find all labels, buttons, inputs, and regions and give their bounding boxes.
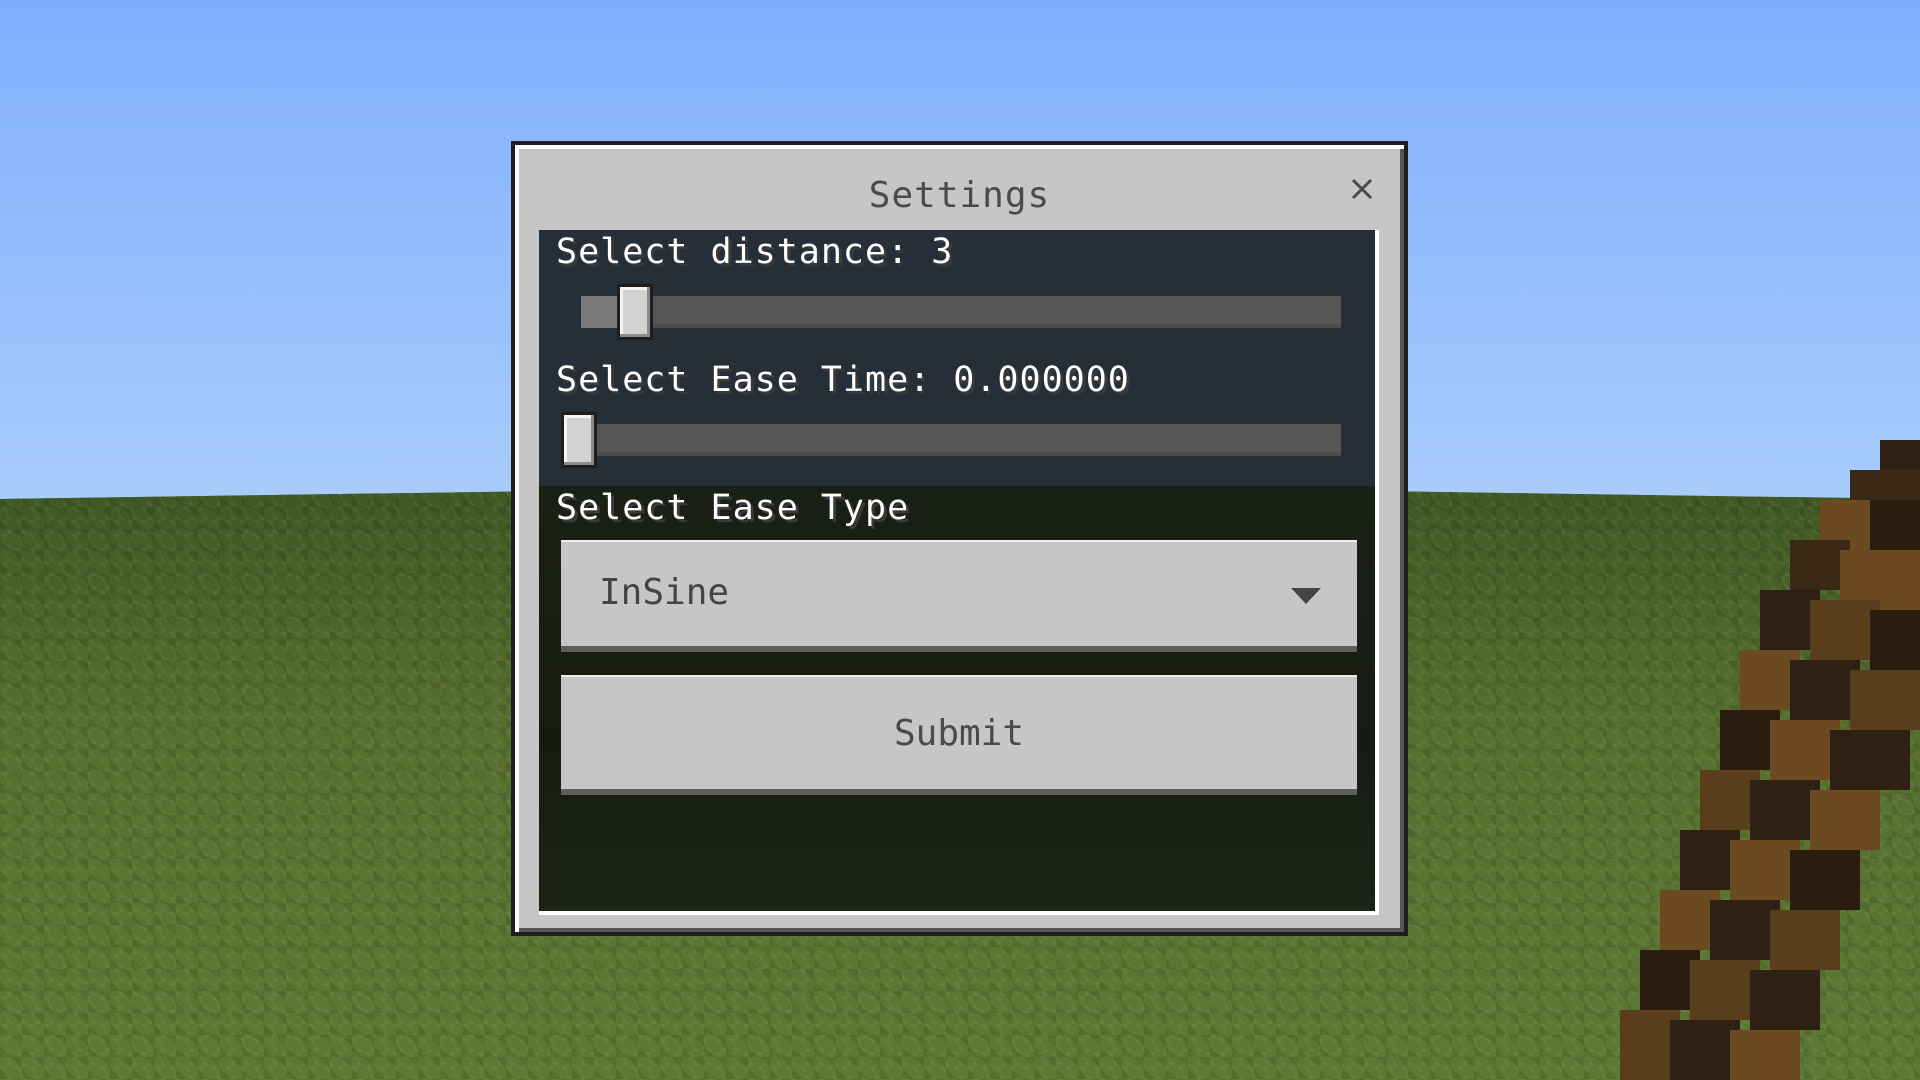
ease-time-slider[interactable]: [561, 412, 1341, 468]
close-icon: [1351, 178, 1373, 200]
ease-time-label: Select Ease Time: 0.000000: [556, 360, 1130, 400]
distance-label: Select distance: 3: [556, 232, 954, 272]
settings-dialog: Settings Select distance: 3 Select Ease …: [511, 141, 1408, 936]
ease-type-dropdown[interactable]: InSine: [561, 540, 1357, 652]
ease-type-selected-value: InSine: [599, 572, 730, 613]
held-stick-icon: [1620, 440, 1920, 1080]
dialog-title: Settings: [868, 175, 1051, 216]
ease-type-label: Select Ease Type: [556, 488, 910, 528]
close-button[interactable]: [1346, 173, 1378, 205]
distance-slider-thumb[interactable]: [617, 284, 654, 340]
distance-slider[interactable]: [581, 284, 1341, 340]
ease-time-slider-thumb[interactable]: [561, 412, 597, 468]
submit-button[interactable]: Submit: [561, 675, 1357, 795]
chevron-down-icon: [1291, 588, 1321, 604]
settings-content: Select distance: 3 Select Ease Time: 0.0…: [539, 230, 1379, 915]
